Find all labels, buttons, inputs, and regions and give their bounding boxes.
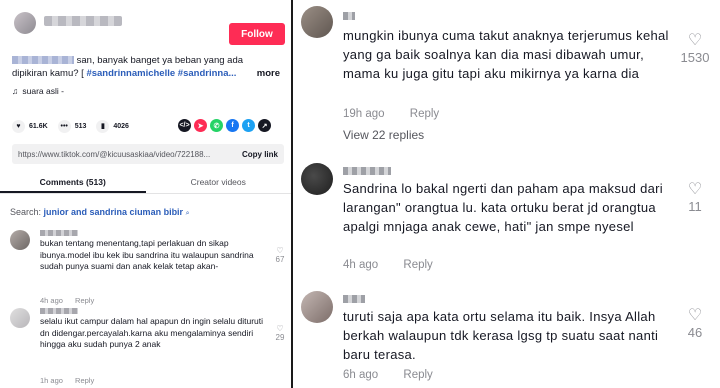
heart-outline-icon: ♡ — [276, 246, 284, 255]
share-buttons: </> ➤ ✆ f t ↗ — [178, 119, 271, 132]
music-note-icon: ♫ — [12, 86, 19, 96]
comment-meta: 1h ago Reply — [40, 376, 104, 385]
search-icon: ⌕ — [185, 210, 190, 217]
comment-item: selalu ikut campur dalam hal apapun dn i… — [10, 308, 290, 388]
comment-count: 513 — [74, 122, 87, 130]
avatar[interactable] — [301, 6, 333, 38]
comment-meta: 4h ago Reply — [40, 296, 104, 305]
sound-link[interactable]: ♫ suara asli - — [12, 86, 64, 96]
username-blurred[interactable] — [343, 12, 355, 20]
username-blurred[interactable] — [343, 295, 365, 303]
comment-text: Sandrina lo bakal ngerti dan paham apa m… — [343, 181, 663, 234]
comment-stat[interactable]: ••• 513 — [57, 119, 87, 133]
like-button[interactable]: ♡ 29 — [272, 324, 288, 342]
comment-time: 1h ago — [40, 376, 63, 385]
like-button[interactable]: ♡ 11 — [673, 181, 717, 214]
comment-icon: ••• — [57, 119, 71, 133]
heart-outline-icon: ♡ — [687, 32, 703, 49]
comment-tabs: Comments (513) Creator videos — [0, 172, 291, 194]
left-panel: Follow san, banyak banget ya beban yang … — [0, 0, 291, 388]
comment-item: Sandrina lo bakal ngerti dan paham apa m… — [293, 155, 720, 280]
share-icon[interactable]: ↗ — [258, 119, 271, 132]
follow-button[interactable]: Follow — [229, 23, 285, 45]
like-count: 61.6K — [29, 122, 48, 130]
comment-time: 4h ago — [40, 296, 63, 305]
reply-button[interactable]: Reply — [410, 108, 439, 120]
heart-outline-icon: ♡ — [687, 307, 703, 324]
avatar[interactable] — [10, 230, 30, 250]
heart-icon: ♥ — [12, 119, 25, 133]
like-count: 29 — [275, 333, 285, 342]
heart-outline-icon: ♡ — [276, 324, 284, 333]
facebook-icon[interactable]: f — [226, 119, 239, 132]
tab-comments[interactable]: Comments (513) — [0, 172, 146, 193]
search-prefix: Search: — [10, 207, 42, 217]
avatar[interactable] — [10, 308, 30, 328]
like-count: 1530 — [680, 50, 710, 65]
comment-meta: 19h ago Reply — [343, 108, 461, 120]
search-term[interactable]: junior and sandrina ciuman bibir — [44, 207, 184, 217]
like-stat[interactable]: ♥ 61.6K — [12, 119, 48, 133]
save-stat[interactable]: ▮ 4026 — [96, 119, 129, 133]
comment-text: bukan tentang menentang,tapi perlakuan d… — [40, 238, 254, 271]
comment-text: mungkin ibunya cuma takut anaknya terjer… — [343, 28, 669, 81]
embed-icon[interactable]: </> — [178, 119, 191, 132]
view-replies-link[interactable]: View 22 replies — [343, 128, 424, 142]
like-button[interactable]: ♡ 46 — [673, 307, 717, 340]
heart-outline-icon: ♡ — [687, 181, 703, 198]
video-caption: san, banyak banget ya beban yang ada dip… — [12, 54, 280, 80]
twitter-icon[interactable]: t — [242, 119, 255, 132]
more-link[interactable]: more — [257, 67, 280, 80]
like-button[interactable]: ♡ 1530 — [673, 32, 717, 65]
reply-button[interactable]: Reply — [75, 376, 94, 385]
username-blurred[interactable] — [343, 167, 391, 175]
send-icon[interactable]: ➤ — [194, 119, 207, 132]
comment-meta: 6h ago Reply — [343, 369, 455, 381]
comment-time: 4h ago — [343, 259, 379, 271]
comment-text: selalu ikut campur dalam hal apapun dn i… — [40, 316, 264, 349]
mention-blurred[interactable] — [12, 56, 74, 65]
video-url-box: https://www.tiktok.com/@kicuusaskiaa/vid… — [12, 144, 284, 164]
comment-time: 6h ago — [343, 369, 379, 381]
creator-avatar[interactable] — [14, 12, 36, 34]
username-blurred[interactable] — [40, 308, 78, 314]
right-panel: mungkin ibunya cuma takut anaknya terjer… — [293, 0, 720, 388]
like-button[interactable]: ♡ 67 — [272, 246, 288, 264]
username-blurred[interactable] — [40, 230, 78, 236]
comment-item: mungkin ibunya cuma takut anaknya terjer… — [293, 0, 720, 150]
comment-meta: 4h ago Reply — [343, 259, 455, 271]
whatsapp-icon[interactable]: ✆ — [210, 119, 223, 132]
sound-label: suara asli - — [22, 86, 64, 96]
tab-creator-videos[interactable]: Creator videos — [146, 172, 292, 193]
save-count: 4026 — [113, 122, 129, 130]
caption-hashtags[interactable]: #sandrinnamichelle #sandrinna... — [86, 68, 236, 79]
comment-item: bukan tentang menentang,tapi perlakuan d… — [10, 230, 290, 310]
avatar[interactable] — [301, 291, 333, 323]
comment-time: 19h ago — [343, 108, 385, 120]
like-count: 67 — [275, 255, 285, 264]
reply-button[interactable]: Reply — [403, 369, 432, 381]
like-count: 46 — [687, 325, 703, 340]
reply-button[interactable]: Reply — [75, 296, 94, 305]
video-url: https://www.tiktok.com/@kicuusaskiaa/vid… — [18, 149, 211, 159]
creator-name-blurred[interactable] — [44, 16, 122, 26]
like-count: 11 — [688, 199, 702, 214]
comment-item: turuti saja apa kata ortu selama itu bai… — [293, 283, 720, 388]
comment-text: turuti saja apa kata ortu selama itu bai… — [343, 309, 659, 362]
avatar[interactable] — [301, 163, 333, 195]
bookmark-icon: ▮ — [96, 119, 110, 133]
related-search[interactable]: Search: junior and sandrina ciuman bibir… — [10, 207, 190, 218]
copy-link-button[interactable]: Copy link — [242, 150, 278, 159]
reply-button[interactable]: Reply — [403, 259, 432, 271]
